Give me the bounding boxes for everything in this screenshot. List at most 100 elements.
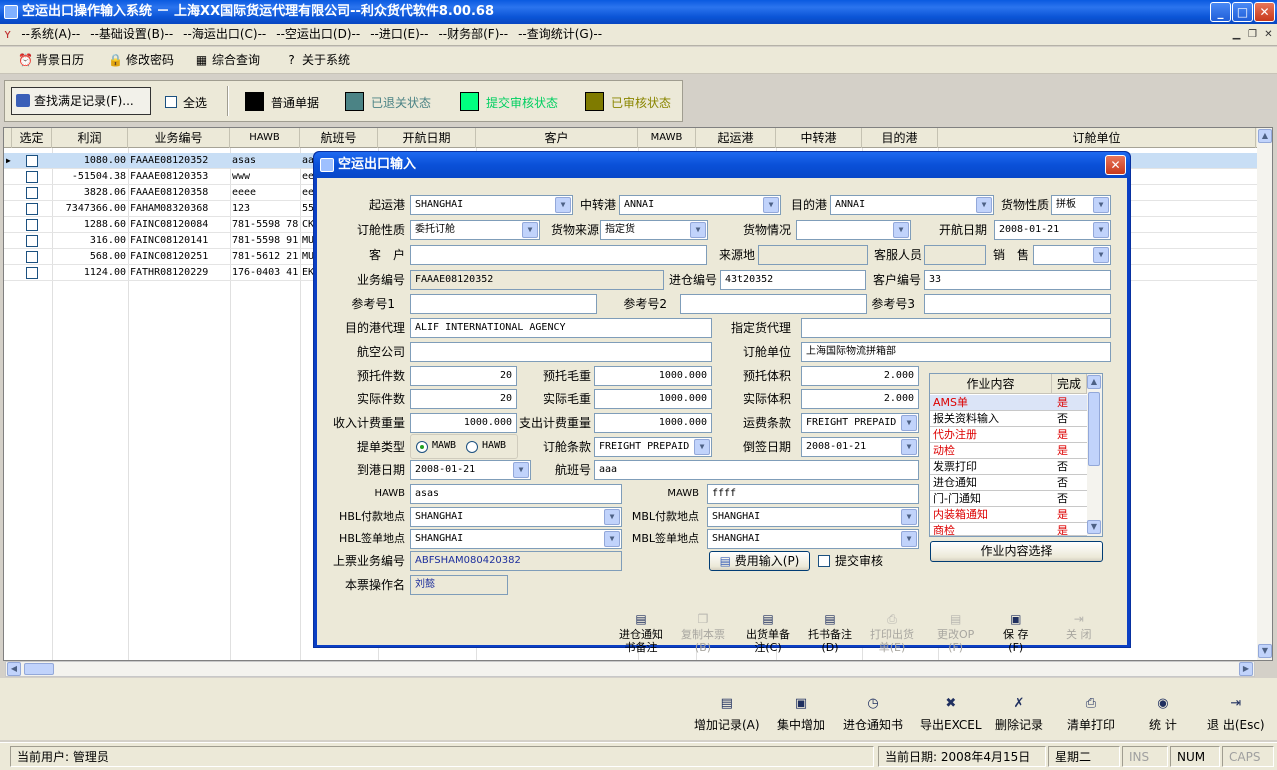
scroll-up-icon[interactable]: ▲ (1258, 129, 1272, 143)
expense-weight-field[interactable]: 1000.000 (594, 413, 712, 433)
calendar-button[interactable]: ⏰ 背景日历 (16, 51, 84, 70)
about-button[interactable]: ? 关于系统 (282, 51, 350, 70)
row-checkbox[interactable] (26, 171, 38, 183)
sail-date-picker[interactable]: 2008-01-21 ▼ (994, 220, 1111, 240)
booking-terms-select[interactable]: FREIGHT PREPAID ▼ (594, 437, 712, 457)
backdate-picker[interactable]: 2008-01-21 ▼ (801, 437, 919, 457)
list-item[interactable]: 内装箱通知是 (930, 507, 1087, 523)
delete-record-button[interactable]: ✗ 删除记录 (995, 696, 1043, 733)
mawb-field[interactable]: ffff (707, 484, 919, 504)
flight-no-field[interactable]: aaa (594, 460, 919, 480)
row-checkbox[interactable] (26, 219, 38, 231)
designated-agent-field[interactable] (801, 318, 1111, 338)
mbl-issue-select[interactable]: SHANGHAI ▼ (707, 529, 919, 549)
close-button[interactable]: ✕ (1254, 2, 1275, 22)
col-dest[interactable]: 目的港 (862, 128, 938, 148)
task-select-button[interactable]: 作业内容选择 (930, 541, 1103, 562)
airline-field[interactable] (410, 342, 712, 362)
scroll-right-icon[interactable]: ▶ (1239, 662, 1253, 676)
cargo-nature-select[interactable]: 拼板 ▼ (1051, 195, 1111, 215)
scroll-left-icon[interactable]: ◀ (7, 662, 21, 676)
minimize-button[interactable]: _ (1210, 2, 1231, 22)
export-excel-button[interactable]: ✖ 导出EXCEL (920, 696, 982, 733)
menu-basic-settings[interactable]: --基础设置(B)-- (85, 24, 178, 45)
menu-finance[interactable]: --财务部(F)-- (433, 24, 513, 45)
dest-port-select[interactable]: ANNAI ▼ (830, 195, 994, 215)
mbl-pay-select[interactable]: SHANGHAI ▼ (707, 507, 919, 527)
cargo-source-select[interactable]: 指定货 ▼ (600, 220, 708, 240)
grid-vertical-scrollbar[interactable]: ▲ ▼ (1257, 128, 1272, 660)
bill-type-hawb-radio[interactable] (466, 441, 478, 453)
list-item[interactable]: 报关资料输入否 (930, 411, 1087, 427)
warehouse-notice-remark-button[interactable]: ▤ 进仓通知 书备注 (619, 612, 663, 654)
row-checkbox[interactable] (26, 203, 38, 215)
scroll-thumb[interactable] (1088, 392, 1100, 466)
list-item[interactable]: AMS单是 (930, 395, 1087, 411)
bill-type-mawb-radio[interactable] (416, 441, 428, 453)
change-op-button[interactable]: ▤ 更改OP (F) (937, 612, 974, 654)
booking-unit-field[interactable]: 上海国际物流拼箱部 (801, 342, 1111, 362)
general-query-button[interactable]: ▦ 综合查询 (192, 51, 260, 70)
booking-nature-select[interactable]: 委托订舱 ▼ (410, 220, 540, 240)
save-button[interactable]: ▣ 保 存 (F) (1003, 612, 1029, 654)
menu-query-stats[interactable]: --查询统计(G)-- (513, 24, 607, 45)
exit-button[interactable]: ⇥ 退 出(Esc) (1207, 696, 1265, 733)
find-records-button[interactable]: 查找满足记录(F)... (11, 87, 151, 115)
maximize-button[interactable]: □ (1232, 2, 1253, 22)
col-booking-unit[interactable]: 订舱单位 (938, 128, 1256, 148)
ref2-field[interactable] (680, 294, 867, 314)
col-flight[interactable]: 航班号 (300, 128, 378, 148)
copy-ticket-button[interactable]: ❐ 复制本票 (B) (681, 612, 725, 654)
menu-system[interactable]: --系统(A)-- (16, 24, 85, 45)
scroll-down-icon[interactable]: ▼ (1087, 520, 1101, 534)
batch-add-button[interactable]: ▣ 集中增加 (777, 696, 825, 733)
pre-volume-field[interactable]: 2.000 (801, 366, 919, 386)
row-checkbox[interactable] (26, 187, 38, 199)
customer-field[interactable] (410, 245, 707, 265)
fee-input-button[interactable]: ▤ 费用输入(P) (709, 551, 810, 571)
origin-port-select[interactable]: SHANGHAI ▼ (410, 195, 573, 215)
grid-horizontal-scrollbar[interactable]: ◀ ▶ (5, 661, 1255, 677)
print-shipment-button[interactable]: ⎙ 打印出货 单(E) (870, 612, 914, 654)
menu-import[interactable]: --进口(E)-- (365, 24, 433, 45)
mdi-close-icon[interactable]: ✕ (1261, 28, 1276, 42)
actual-weight-field[interactable]: 1000.000 (594, 389, 712, 409)
mdi-restore-icon[interactable]: ❐ (1245, 28, 1260, 42)
hbl-issue-select[interactable]: SHANGHAI ▼ (410, 529, 622, 549)
mdi-minimize-icon[interactable]: ▁ (1229, 28, 1244, 42)
close-dialog-button[interactable]: ⇥ 关 闭 (1066, 612, 1092, 641)
sales-select[interactable]: ▼ (1033, 245, 1111, 265)
col-mawb[interactable]: MAWB (638, 128, 696, 148)
menu-air-export[interactable]: --空运出口(D)-- (271, 24, 365, 45)
list-item[interactable]: 门-门通知否 (930, 491, 1087, 507)
menu-sea-export[interactable]: --海运出口(C)-- (178, 24, 271, 45)
list-item[interactable]: 动检是 (930, 443, 1087, 459)
transit-port-select[interactable]: ANNAI ▼ (619, 195, 781, 215)
change-password-button[interactable]: 🔒 修改密码 (106, 51, 174, 70)
arrival-date-picker[interactable]: 2008-01-21 ▼ (410, 460, 531, 480)
booking-remark-button[interactable]: ▤ 托书备注 (D) (808, 612, 852, 654)
scroll-down-icon[interactable]: ▼ (1258, 644, 1272, 658)
cargo-status-select[interactable]: ▼ (796, 220, 911, 240)
row-checkbox[interactable] (26, 235, 38, 247)
task-list-scrollbar[interactable]: ▲ ▼ (1087, 374, 1102, 536)
row-checkbox[interactable] (26, 267, 38, 279)
ref3-field[interactable] (924, 294, 1111, 314)
actual-volume-field[interactable]: 2.000 (801, 389, 919, 409)
ref1-field[interactable] (410, 294, 597, 314)
shipment-remark-button[interactable]: ▤ 出货单备 注(C) (746, 612, 790, 654)
list-item[interactable]: 商检是 (930, 523, 1087, 536)
list-item[interactable]: 代办注册是 (930, 427, 1087, 443)
col-transit[interactable]: 中转港 (776, 128, 862, 148)
select-all-checkbox[interactable] (165, 96, 177, 108)
row-checkbox[interactable] (26, 155, 38, 167)
warehouse-notice-button[interactable]: ◷ 进仓通知书 (843, 696, 903, 733)
col-sail-date[interactable]: 开航日期 (378, 128, 476, 148)
customer-no-field[interactable]: 33 (924, 270, 1111, 290)
submit-review-checkbox[interactable] (818, 555, 830, 567)
list-item[interactable]: 发票打印否 (930, 459, 1087, 475)
col-biz-no[interactable]: 业务编号 (128, 128, 230, 148)
hbl-pay-select[interactable]: SHANGHAI ▼ (410, 507, 622, 527)
scroll-up-icon[interactable]: ▲ (1087, 375, 1101, 389)
freight-terms-select[interactable]: FREIGHT PREPAID ▼ (801, 413, 919, 433)
